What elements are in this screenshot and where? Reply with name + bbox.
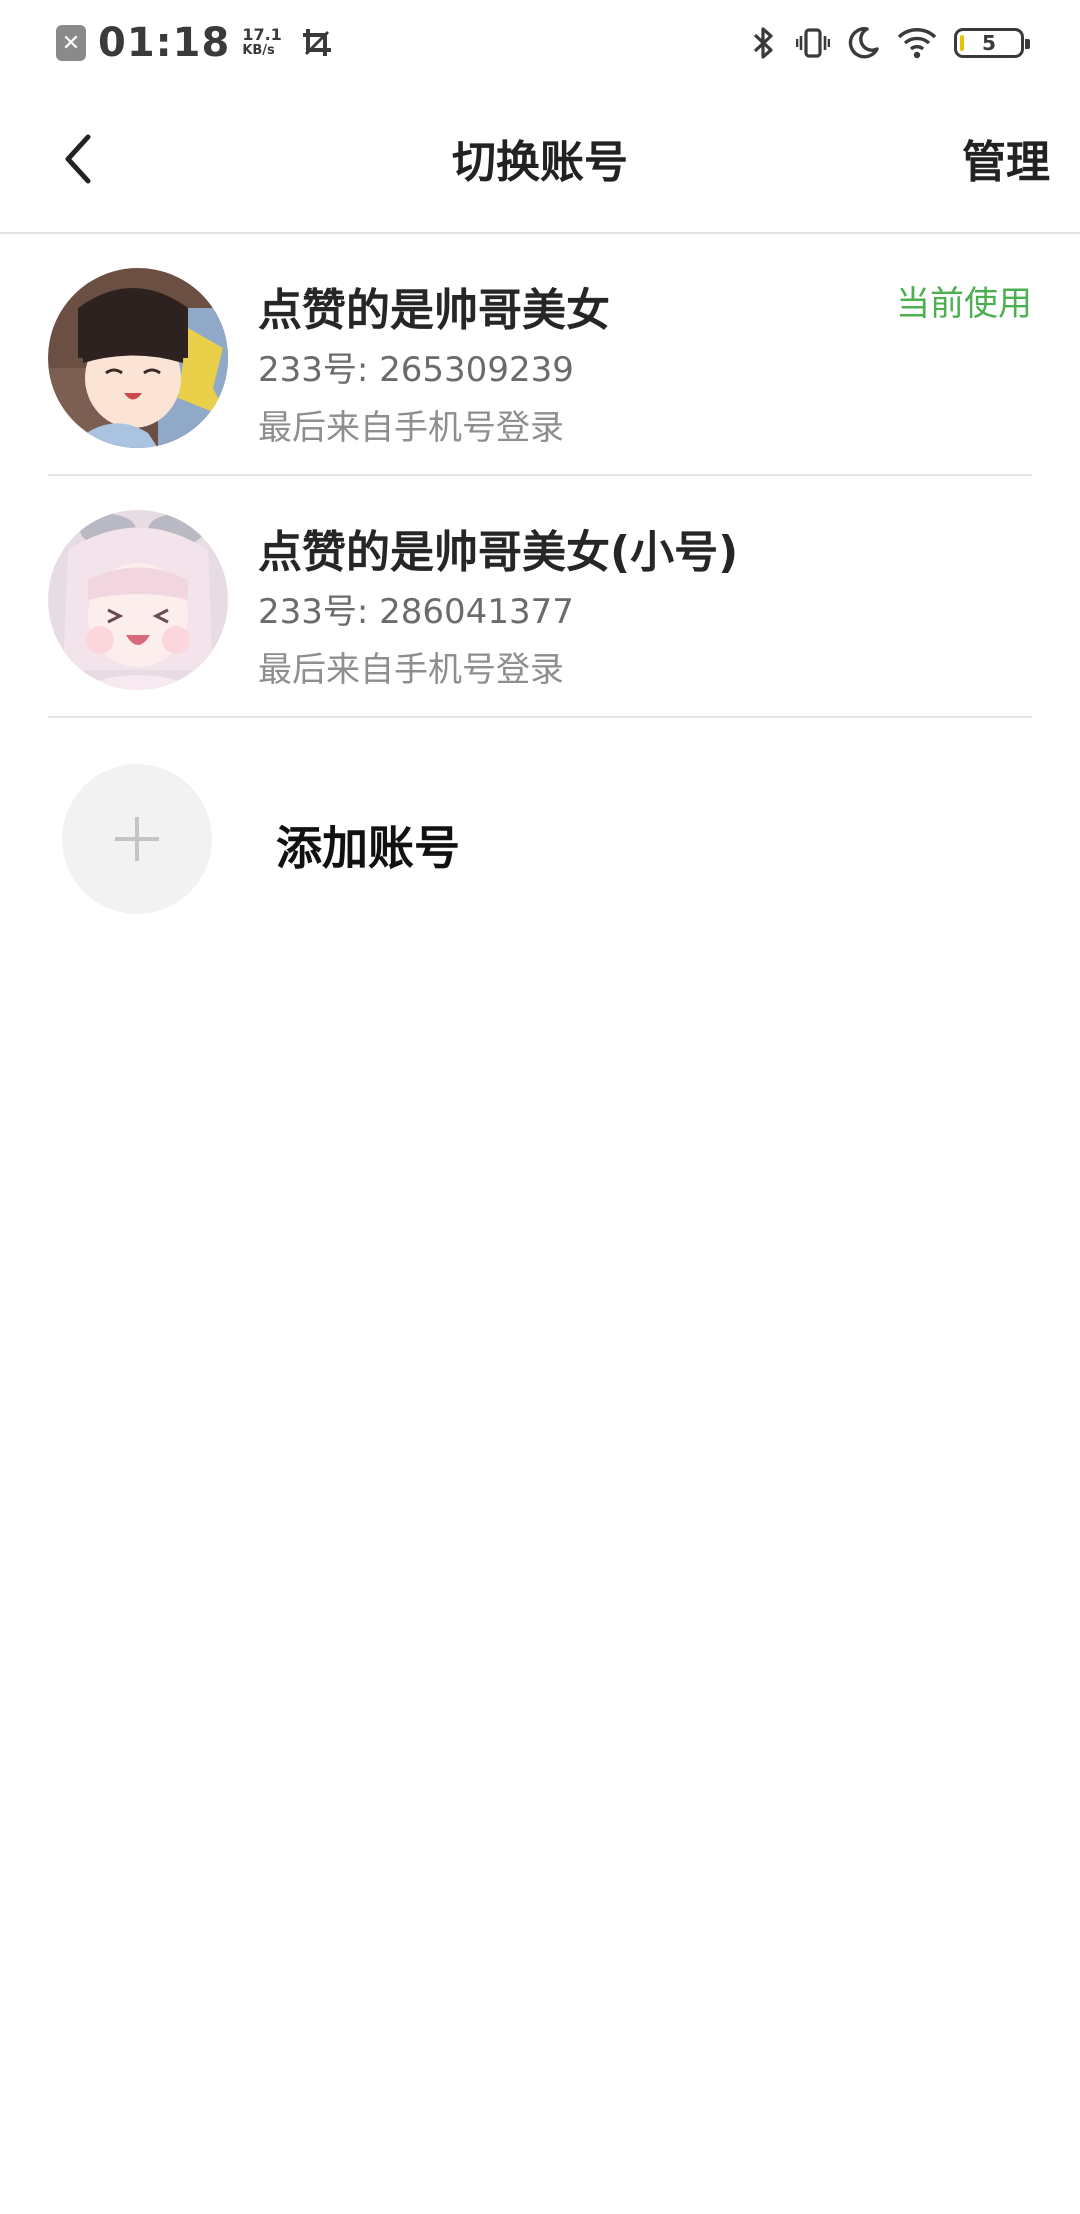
account-item[interactable]: 点赞的是帅哥美女(小号) 233号: 286041377 最后来自手机号登录 (48, 478, 1032, 718)
current-account-badge: 当前使用 (896, 284, 1032, 324)
chevron-left-icon (65, 134, 91, 184)
account-id: 233号: 286041377 (258, 592, 574, 632)
battery-level: 5 (982, 31, 996, 55)
account-item[interactable]: 点赞的是帅哥美女 233号: 265309239 最后来自手机号登录 当前使用 (48, 236, 1032, 476)
network-speed: 17.1 KB/s (242, 27, 281, 59)
nav-bar: 切换账号 管理 (0, 86, 1080, 234)
status-bar-left: ✕ 01:18 17.1 KB/s (56, 18, 334, 68)
divider (48, 474, 1032, 476)
add-account-circle (62, 764, 212, 914)
account-name: 点赞的是帅哥美女 (258, 285, 610, 336)
account-id: 233号: 265309239 (258, 350, 574, 390)
network-speed-unit: KB/s (242, 43, 275, 58)
manage-button[interactable]: 管理 (962, 126, 1050, 190)
avatar (48, 268, 228, 448)
vibrate-icon (796, 28, 830, 58)
battery-icon: 5 (954, 28, 1030, 58)
add-account-label: 添加账号 (276, 821, 460, 875)
account-name: 点赞的是帅哥美女(小号) (258, 527, 739, 578)
back-button[interactable] (48, 124, 108, 194)
avatar-image (48, 268, 228, 448)
bluetooth-icon (753, 27, 773, 59)
close-notification-icon: ✕ (56, 25, 86, 61)
avatar-image (48, 510, 228, 690)
screenshot-crop-icon (302, 29, 331, 56)
divider (48, 716, 1032, 718)
account-login-method: 最后来自手机号登录 (258, 650, 564, 690)
account-login-method: 最后来自手机号登录 (258, 408, 564, 448)
status-time: 01:18 (98, 20, 231, 66)
wifi-icon (897, 28, 937, 59)
do-not-disturb-moon-icon (848, 27, 879, 59)
add-account-button[interactable]: 添加账号 (48, 740, 1032, 930)
status-bar: ✕ 01:18 17.1 KB/s 5 (0, 0, 1080, 86)
avatar (48, 510, 228, 690)
page-title: 切换账号 (452, 137, 628, 188)
status-bar-right: 5 (746, 18, 1030, 68)
network-speed-value: 17.1 (242, 25, 282, 44)
plus-icon (115, 817, 159, 861)
battery-level-fill (960, 35, 964, 51)
